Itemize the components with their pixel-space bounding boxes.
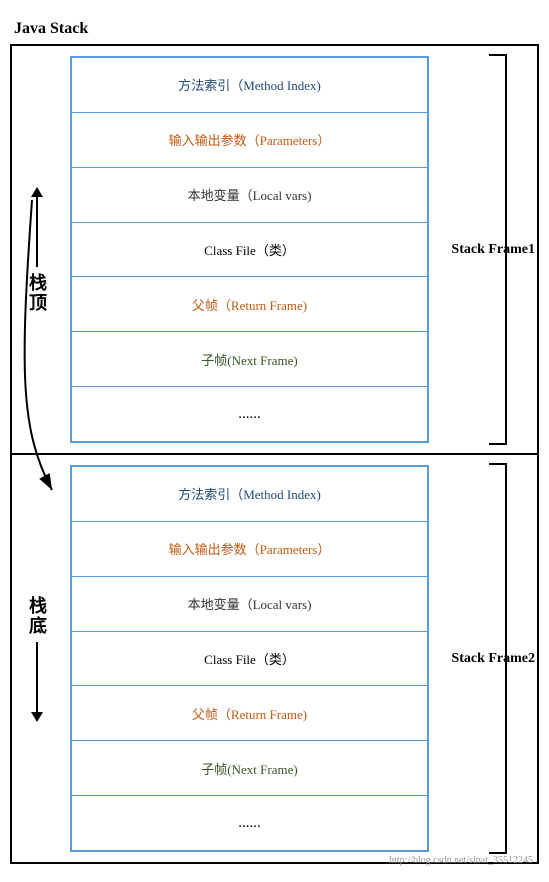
- outer-container: Java Stack 栈顶 方法索引（Method Index)输入输出参数（P…: [10, 20, 539, 870]
- bottom-table-row-3: Class File（类）: [72, 632, 427, 687]
- top-table-row-6: ......: [72, 387, 427, 441]
- top-half: 栈顶 方法索引（Method Index)输入输出参数（Parameters）本…: [12, 46, 537, 455]
- bottom-table-row-2: 本地变量（Local vars): [72, 577, 427, 632]
- bottom-half: 栈底 方法索引（Method Index)输入输出参数（Parameters）本…: [12, 455, 537, 862]
- up-arrow: [31, 187, 43, 267]
- stack-frame2-label: Stack Frame2: [451, 651, 535, 667]
- bottom-frame-area: 方法索引（Method Index)输入输出参数（Parameters）本地变量…: [62, 455, 437, 862]
- main-box: 栈顶 方法索引（Method Index)输入输出参数（Parameters）本…: [10, 44, 539, 864]
- top-table-row-1: 输入输出参数（Parameters）: [72, 113, 427, 168]
- arrow-line-down: [36, 642, 38, 712]
- bottom-bracket-bottom-line: [489, 852, 507, 854]
- page-title: Java Stack: [14, 20, 539, 38]
- stack-top-label: 栈顶: [24, 273, 50, 313]
- top-table-row-0: 方法索引（Method Index): [72, 58, 427, 113]
- top-table-row-4: 父帧（Return Frame): [72, 277, 427, 332]
- top-table-row-5: 子帧(Next Frame): [72, 332, 427, 387]
- arrow-head-down-icon: [31, 712, 43, 722]
- top-side-label: 栈顶: [12, 46, 62, 453]
- top-inner-table: 方法索引（Method Index)输入输出参数（Parameters）本地变量…: [70, 56, 429, 443]
- bottom-table-row-6: ......: [72, 796, 427, 850]
- top-frame-area: 方法索引（Method Index)输入输出参数（Parameters）本地变量…: [62, 46, 437, 453]
- bottom-table-row-0: 方法索引（Method Index): [72, 467, 427, 522]
- bottom-inner-table: 方法索引（Method Index)输入输出参数（Parameters）本地变量…: [70, 465, 429, 852]
- arrow-head-up-icon: [31, 187, 43, 197]
- watermark: http://blog.csdn.net/sinat_35512245: [389, 855, 533, 866]
- bottom-table-row-5: 子帧(Next Frame): [72, 741, 427, 796]
- bottom-side-label: 栈底: [12, 455, 62, 862]
- bracket-bottom-line: [489, 443, 507, 445]
- bottom-table-row-1: 输入输出参数（Parameters）: [72, 522, 427, 577]
- stack-frame1-label: Stack Frame1: [451, 242, 535, 258]
- stack-bottom-label: 栈底: [24, 596, 50, 636]
- top-frame-label-area: Stack Frame1: [437, 46, 537, 453]
- arrow-line-up: [36, 197, 38, 267]
- bottom-table-row-4: 父帧（Return Frame): [72, 686, 427, 741]
- bottom-frame-label-area: Stack Frame2: [437, 455, 537, 862]
- down-arrow: [31, 642, 43, 722]
- top-table-row-3: Class File（类）: [72, 223, 427, 278]
- top-table-row-2: 本地变量（Local vars): [72, 168, 427, 223]
